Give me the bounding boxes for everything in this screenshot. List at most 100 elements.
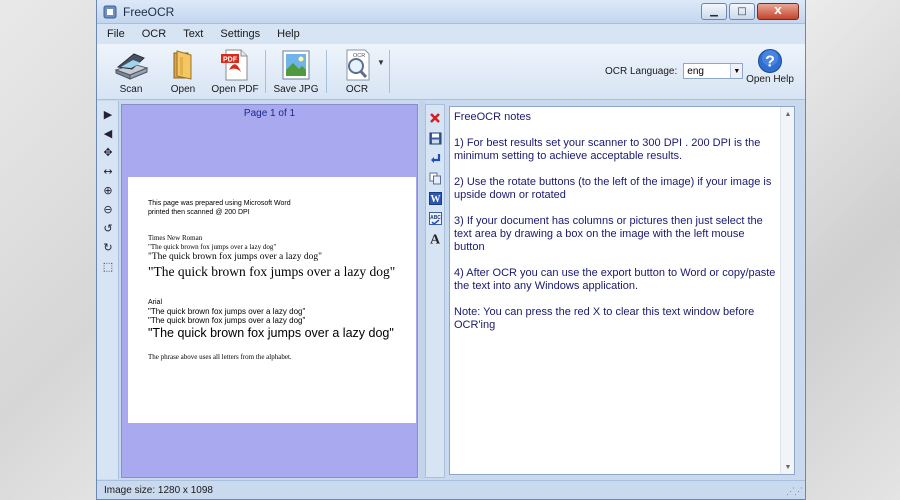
doc-line: Arial — [148, 299, 163, 306]
menu-ocr[interactable]: OCR — [142, 28, 166, 40]
main-area: ▶ ◀ ✥ ↔ ⊕ ⊖ ↺ ↻ ⬚ Page 1 of 1 This page … — [97, 101, 805, 479]
doc-line: This page was prepared using Microsoft W… — [148, 200, 291, 207]
doc-line: Times New Roman — [148, 234, 203, 242]
rotate-right-icon[interactable]: ↻ — [97, 238, 119, 257]
pdf-icon: PDF — [221, 49, 248, 81]
ocr-language-label: OCR Language: — [605, 65, 678, 77]
menu-file[interactable]: File — [107, 28, 125, 40]
spell-check-icon: ABC — [428, 211, 442, 225]
scan-button[interactable]: Scan — [105, 44, 157, 99]
pan-icon[interactable]: ✥ — [97, 143, 119, 162]
svg-text:A: A — [430, 233, 441, 246]
text-paragraph: 2) Use the rotate buttons (to the left o… — [454, 176, 772, 201]
svg-text:W: W — [430, 194, 440, 205]
resize-grip-icon[interactable]: ⋰⋰ — [786, 486, 803, 497]
scroll-up-icon[interactable]: ▲ — [781, 107, 794, 121]
ocr-button[interactable]: OCR OCR — [331, 44, 383, 99]
image-tools: ▶ ◀ ✥ ↔ ⊕ ⊖ ↺ ↻ ⬚ — [97, 101, 119, 479]
copy-icon — [429, 172, 441, 184]
status-bar: Image size: 1280 x 1098 ⋰⋰ — [97, 480, 805, 499]
menu-bar: File OCR Text Settings Help — [97, 24, 805, 44]
red-x-icon — [430, 113, 440, 123]
doc-line: "The quick brown fox jumps over a lazy d… — [148, 243, 277, 251]
ocr-language-value: eng — [687, 65, 704, 77]
ocr-magnifier-icon: OCR — [346, 49, 370, 81]
svg-text:ABC: ABC — [430, 215, 441, 221]
next-page-icon[interactable]: ▶ — [97, 105, 119, 124]
export-word-button[interactable]: W — [426, 188, 444, 208]
ocr-language-select[interactable]: eng ▼ — [683, 63, 744, 79]
doc-line: printed then scanned @ 200 DPI — [148, 209, 250, 216]
app-icon — [103, 5, 117, 18]
save-jpg-button[interactable]: Save JPG — [270, 44, 322, 99]
ocr-text-area[interactable]: FreeOCR notes 1) For best results set yo… — [449, 106, 795, 475]
menu-settings[interactable]: Settings — [220, 28, 260, 40]
ocr-dropdown-arrow-icon[interactable]: ▼ — [377, 58, 385, 67]
folder-icon — [173, 50, 192, 80]
chevron-down-icon[interactable]: ▼ — [730, 64, 743, 78]
minimize-button[interactable]: ▁ — [701, 3, 727, 20]
menu-help[interactable]: Help — [277, 28, 300, 40]
insert-newline-button[interactable] — [426, 148, 444, 168]
help-glyph: ? — [765, 54, 775, 71]
toolbar-separator — [388, 50, 390, 93]
text-paragraph: FreeOCR notes — [454, 111, 532, 123]
scanned-page[interactable]: This page was prepared using Microsoft W… — [128, 177, 416, 423]
copy-text-button[interactable] — [426, 168, 444, 188]
text-paragraph: 4) After OCR you can use the export butt… — [454, 267, 776, 292]
clear-text-button[interactable] — [426, 108, 444, 128]
previous-page-icon[interactable]: ◀ — [97, 124, 119, 143]
spell-check-button[interactable]: ABC — [426, 208, 444, 228]
doc-line: "The quick brown fox jumps over a lazy d… — [148, 316, 306, 325]
image-icon — [282, 50, 310, 80]
save-text-button[interactable] — [426, 128, 444, 148]
menu-text[interactable]: Text — [183, 28, 203, 40]
maximize-button[interactable]: □ — [729, 3, 755, 20]
select-area-icon[interactable]: ⬚ — [97, 257, 119, 276]
word-icon: W — [428, 191, 442, 205]
window-title: FreeOCR — [123, 4, 175, 19]
scroll-down-icon[interactable]: ▼ — [781, 460, 794, 474]
image-view[interactable]: Page 1 of 1 This page was prepared using… — [121, 104, 418, 478]
doc-line: "The quick brown fox jumps over a lazy d… — [148, 252, 322, 262]
toolbar-separator — [326, 50, 327, 93]
image-size-status: Image size: 1280 x 1098 — [104, 484, 213, 496]
zoom-out-icon[interactable]: ⊖ — [97, 200, 119, 219]
ocr-label: OCR — [345, 84, 369, 95]
toolbar: Scan Open PDF Open PDF Save JPG OCR OCR … — [97, 44, 805, 100]
zoom-in-icon[interactable]: ⊕ — [97, 181, 119, 200]
text-paragraph: 3) If your document has columns or pictu… — [454, 215, 763, 253]
text-paragraph: Note: You can press the red X to clear t… — [454, 306, 755, 331]
toolbar-separator — [265, 50, 266, 93]
page-indicator: Page 1 of 1 — [243, 108, 296, 119]
enter-arrow-icon — [430, 153, 440, 163]
ocr-text-content[interactable]: FreeOCR notes 1) For best results set yo… — [450, 107, 794, 332]
ocr-language-group: OCR Language: eng ▼ — [605, 63, 744, 79]
open-help-button[interactable]: ? Open Help — [743, 48, 797, 85]
save-icon — [429, 132, 441, 144]
text-scrollbar[interactable]: ▲ ▼ — [780, 107, 794, 474]
scan-label: Scan — [119, 84, 143, 95]
doc-line: "The quick brown fox jumps over a lazy d… — [148, 326, 394, 340]
freeocr-window: FreeOCR ▁ □ X File OCR Text Settings Hel… — [96, 0, 806, 500]
doc-line: "The quick brown fox jumps over a lazy d… — [148, 307, 306, 316]
title-bar[interactable]: FreeOCR ▁ □ X — [97, 0, 805, 24]
open-button[interactable]: Open — [157, 44, 209, 99]
font-icon: A — [430, 233, 441, 246]
pdf-badge-text: PDF — [223, 57, 238, 64]
open-pdf-label: Open PDF — [211, 84, 259, 95]
help-icon: ? — [758, 49, 782, 73]
scanner-icon — [114, 53, 149, 80]
text-tools: W ABC A — [425, 104, 445, 478]
open-pdf-button[interactable]: PDF Open PDF — [209, 44, 261, 99]
open-label: Open — [170, 84, 196, 95]
doc-line: The phrase above uses all letters from t… — [148, 353, 292, 361]
save-jpg-label: Save JPG — [273, 84, 319, 95]
text-paragraph: 1) For best results set your scanner to … — [454, 137, 761, 162]
font-button[interactable]: A — [426, 228, 444, 248]
open-help-label: Open Help — [746, 74, 794, 85]
fit-width-icon[interactable]: ↔ — [97, 162, 119, 181]
rotate-left-icon[interactable]: ↺ — [97, 219, 119, 238]
doc-line: "The quick brown fox jumps over a lazy d… — [148, 264, 396, 279]
close-button[interactable]: X — [757, 3, 799, 20]
